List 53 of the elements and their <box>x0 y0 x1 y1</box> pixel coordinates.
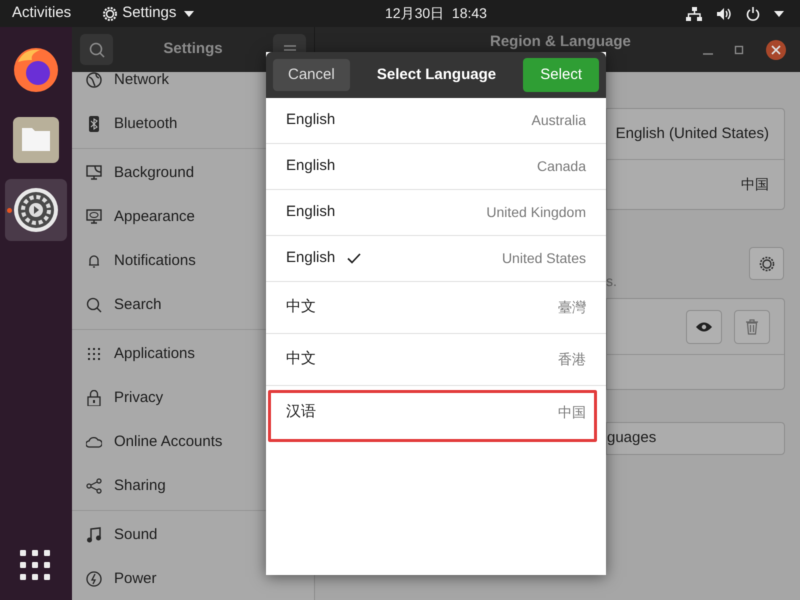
settings-app-icon <box>12 186 60 234</box>
activities-button[interactable]: Activities <box>12 2 72 25</box>
volume-icon <box>716 6 732 20</box>
language-row[interactable]: 中文 臺灣 <box>266 282 606 334</box>
power-icon <box>86 571 102 587</box>
language-row[interactable]: 中文 香港 <box>266 334 606 386</box>
network-icon <box>686 6 702 20</box>
gear-icon <box>758 256 774 272</box>
eye-icon <box>696 322 712 332</box>
music-note-icon <box>86 527 102 543</box>
app-grid-icon[interactable] <box>20 550 50 580</box>
preview-button[interactable] <box>686 310 722 344</box>
gear-icon <box>102 6 118 22</box>
monitor-icon <box>86 209 102 225</box>
dock-item[interactable] <box>5 179 67 241</box>
language-row[interactable]: English Canada <box>266 144 606 190</box>
formats-value[interactable]: 中国 <box>741 174 769 195</box>
caret-icon <box>184 10 194 18</box>
remove-button[interactable] <box>734 310 770 344</box>
browser-app-icon <box>12 46 60 94</box>
sidebar-item[interactable]: Power <box>72 557 314 600</box>
language-row[interactable]: English United States <box>266 236 606 282</box>
manage-languages-button[interactable]: guages <box>606 422 785 455</box>
clock[interactable]: 12月30日 18:43 <box>385 3 487 24</box>
cloud-icon <box>86 434 102 450</box>
files-app-icon <box>12 116 60 164</box>
bell-icon <box>86 253 102 269</box>
caret-icon <box>774 10 784 18</box>
sidebar-item[interactable]: Sound <box>72 513 314 557</box>
monitor-icon <box>86 165 102 181</box>
search-icon <box>86 297 102 313</box>
search-button[interactable] <box>80 34 113 65</box>
search-icon <box>88 42 104 58</box>
dialog-title: Select Language <box>376 64 498 85</box>
close-icon <box>765 38 787 60</box>
language-row[interactable]: English United Kingdom <box>266 190 606 236</box>
lock-icon <box>86 390 102 406</box>
language-row[interactable]: English Australia <box>266 98 606 144</box>
grid-icon <box>86 346 102 362</box>
share-icon <box>86 478 102 494</box>
maximize-icon <box>733 44 745 56</box>
bluetooth-icon <box>86 116 102 132</box>
note-text: s. <box>606 272 617 291</box>
window-title: Region & Language <box>490 33 631 51</box>
app-menu[interactable]: Settings <box>102 2 194 25</box>
options-button[interactable] <box>749 247 784 280</box>
power-icon <box>746 6 760 20</box>
language-value[interactable]: English (United States) <box>616 122 769 146</box>
sidebar-title: Settings <box>162 39 224 60</box>
sidebar-item[interactable]: Sharing <box>72 464 314 508</box>
trash-icon <box>745 318 759 334</box>
minimize-icon <box>703 52 713 54</box>
cancel-button[interactable]: Cancel <box>273 59 350 91</box>
